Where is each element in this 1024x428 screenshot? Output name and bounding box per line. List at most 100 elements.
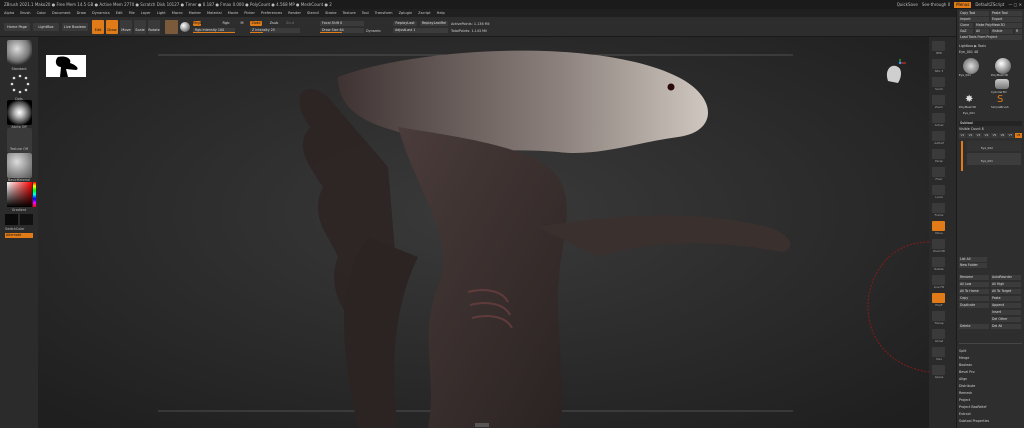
- cylinder-tool-thumb[interactable]: [995, 79, 1009, 89]
- submenu-remesh[interactable]: Remesh: [959, 391, 1022, 396]
- tool-zoom-button[interactable]: [932, 95, 945, 105]
- rename-button[interactable]: Rename: [959, 275, 989, 280]
- mrgb-button[interactable]: Mrgb: [193, 21, 202, 26]
- version-tab-v7[interactable]: V7: [1007, 133, 1014, 138]
- insert-button[interactable]: Insert: [991, 310, 1021, 315]
- load-tools-from-project-button[interactable]: Load Tools From Project: [959, 35, 1022, 40]
- lightbox-tools-link[interactable]: Lightbox ▶ Tools: [959, 44, 1022, 49]
- canvas-viewport[interactable]: [38, 37, 929, 428]
- menu-item-help[interactable]: Help: [437, 11, 445, 15]
- menu-item-movie[interactable]: Movie: [228, 11, 239, 15]
- draw-size-slider[interactable]: Draw Size 64: [320, 28, 364, 33]
- paste-button[interactable]: Paste: [991, 296, 1021, 301]
- version-tab-v4[interactable]: V4: [983, 133, 990, 138]
- current-tool-slider[interactable]: Eye_001 48: [959, 50, 1022, 55]
- menu-item-zplugin[interactable]: Zplugin: [399, 11, 413, 15]
- del-other-button[interactable]: Del Other: [991, 317, 1021, 322]
- tool-transp-button[interactable]: [932, 311, 945, 321]
- copy-button[interactable]: Copy: [959, 296, 989, 301]
- menu-item-brush[interactable]: Brush: [20, 11, 30, 15]
- submenu-distribute[interactable]: Distribute: [959, 384, 1022, 389]
- tool-persp-button[interactable]: [932, 149, 945, 159]
- new-folder-button[interactable]: New Folder: [959, 263, 987, 268]
- polymesh-star-icon[interactable]: ✸: [965, 95, 977, 105]
- window-controls[interactable]: — ▢ ✕: [1008, 2, 1022, 7]
- color-picker[interactable]: [7, 182, 32, 207]
- all-to-target-button[interactable]: All To Target: [991, 289, 1021, 294]
- menu-item-layer[interactable]: Layer: [141, 11, 151, 15]
- material-swatch[interactable]: [165, 20, 178, 34]
- tool-aahalf-button[interactable]: [932, 131, 945, 141]
- menu-item-color[interactable]: Color: [37, 11, 46, 15]
- del-all-button[interactable]: Del All: [991, 324, 1021, 329]
- standard-brush-thumbnail[interactable]: [7, 40, 32, 65]
- tool-spix-3-button[interactable]: [932, 59, 945, 69]
- replay-last-button[interactable]: ReplayLast: [393, 21, 417, 26]
- tool-solo-button[interactable]: [932, 347, 945, 357]
- tool-line-fill-button[interactable]: [932, 275, 945, 285]
- submenu-split[interactable]: Split: [959, 349, 1022, 354]
- submenu-subtool-properties[interactable]: Subtool Properties: [959, 419, 1022, 424]
- draw-button[interactable]: Draw: [106, 20, 118, 34]
- edit-button[interactable]: Edit: [92, 20, 104, 34]
- version-tab-v6[interactable]: V6: [999, 133, 1006, 138]
- tool-bpr-button[interactable]: [932, 41, 945, 51]
- all-high-button[interactable]: All High: [991, 282, 1021, 287]
- tool-polyf-button[interactable]: [932, 293, 945, 303]
- menu-item-texture[interactable]: Texture: [343, 11, 356, 15]
- simple-brush-icon[interactable]: S: [997, 95, 1009, 105]
- paste-tool-button[interactable]: Paste Tool: [991, 11, 1022, 16]
- copy-tool-button[interactable]: Copy Tool: [959, 11, 989, 16]
- all-low-button[interactable]: All Low: [959, 282, 989, 287]
- subtool-item[interactable]: Eye_002: [967, 141, 1021, 151]
- menu-item-material[interactable]: Material: [207, 11, 222, 15]
- submenu-project-basrelief[interactable]: Project BasRelief: [959, 405, 1022, 410]
- tool-zoom3d-button[interactable]: [932, 239, 945, 249]
- submenu-bevel-pro[interactable]: Bevel Pro: [959, 370, 1022, 375]
- tool-scroll-button[interactable]: [932, 77, 945, 87]
- all-button[interactable]: All: [975, 29, 989, 34]
- menu-item-draw[interactable]: Draw: [77, 11, 86, 15]
- tool-frame-button[interactable]: [932, 203, 945, 213]
- rotate-button[interactable]: Rotate: [148, 20, 160, 34]
- menu-item-marker[interactable]: Marker: [189, 11, 201, 15]
- polymesh-tool-thumb[interactable]: [995, 58, 1011, 74]
- menu-item-zscript[interactable]: Zscript: [418, 11, 430, 15]
- visible-button[interactable]: Visible: [991, 29, 1013, 34]
- autoreorder-button[interactable]: AutoReorder: [991, 275, 1021, 280]
- focal-shift-slider[interactable]: Focal Shift 0: [320, 21, 364, 26]
- live-boolean-button[interactable]: Live Boolean: [62, 23, 88, 31]
- adjust-last-slider[interactable]: AdjustLast 1: [393, 28, 448, 33]
- material-thumbnail[interactable]: [7, 153, 32, 178]
- r-button[interactable]: R: [1015, 29, 1022, 34]
- version-tab-v8[interactable]: V8: [1015, 133, 1022, 138]
- menu-item-macro[interactable]: Macro: [172, 11, 183, 15]
- tool-xpose-button[interactable]: [932, 365, 945, 375]
- version-tab-v3[interactable]: V3: [975, 133, 982, 138]
- submenu-boolean[interactable]: Boolean: [959, 363, 1022, 368]
- import-button[interactable]: Import: [959, 17, 989, 22]
- lightbox-button[interactable]: LightBox: [33, 23, 59, 31]
- export-button[interactable]: Export: [991, 17, 1022, 22]
- menu-item-stencil[interactable]: Stencil: [307, 11, 319, 15]
- menu-item-document[interactable]: Document: [52, 11, 71, 15]
- clone-button[interactable]: Clone: [959, 23, 973, 28]
- version-tab-v2[interactable]: V2: [967, 133, 974, 138]
- home-page-button[interactable]: Home Page: [4, 23, 30, 31]
- goz-button[interactable]: GoZ: [959, 29, 973, 34]
- menu-item-edit[interactable]: Edit: [116, 11, 123, 15]
- all-to-home-button[interactable]: All To Home: [959, 289, 989, 294]
- submenu-project[interactable]: Project: [959, 398, 1022, 403]
- delete-button[interactable]: Delete: [959, 324, 989, 329]
- append-button[interactable]: Append: [991, 303, 1021, 308]
- move-button[interactable]: Move: [120, 20, 132, 34]
- zsub-button[interactable]: Zsub: [268, 21, 280, 26]
- eye-tool-thumb[interactable]: [963, 58, 979, 74]
- tool-local-button[interactable]: [932, 185, 945, 195]
- menu-item-preferences[interactable]: Preferences: [261, 11, 282, 15]
- menu-item-tool[interactable]: Tool: [362, 11, 369, 15]
- menus-button[interactable]: Menus: [954, 1, 972, 8]
- version-tab-v5[interactable]: V5: [991, 133, 998, 138]
- tool-floor-button[interactable]: [932, 167, 945, 177]
- menu-item-stroke[interactable]: Stroke: [325, 11, 336, 15]
